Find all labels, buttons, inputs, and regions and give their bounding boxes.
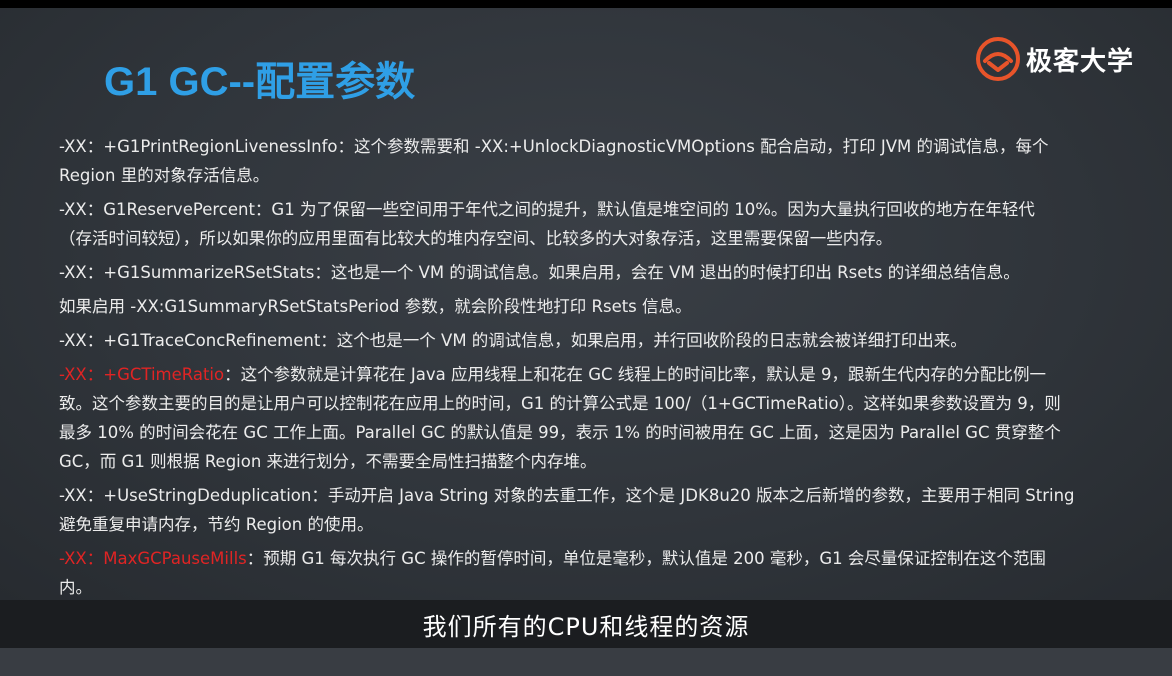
- param-g1-summarize-rset-stats: -XX：+G1SummarizeRSetStats：这也是一个 VM 的调试信息…: [59, 263, 1020, 282]
- brand-logo: 极客大学: [975, 37, 1134, 81]
- param-g1-reserve-percent: -XX：G1ReservePercent：G1 为了保留一些空间用于年代之间的提…: [59, 200, 1035, 248]
- video-subtitle: 我们所有的CPU和线程的资源: [422, 612, 750, 641]
- slide: 极客大学 G1 GC--配置参数 -XX：+G1PrintRegionLiven…: [0, 8, 1172, 600]
- highlighted-param-name: -XX：+GCTimeRatio: [59, 365, 225, 384]
- parameter-list: -XX：+G1PrintRegionLivenessInfo：这个参数需要和 -…: [59, 132, 1109, 607]
- param-g1-summary-rset-stats-period: 如果启用 -XX:G1SummaryRSetStatsPeriod 参数，就会阶…: [59, 297, 692, 316]
- top-black-bar: [0, 0, 1172, 8]
- param-g1-print-region-liveness-info: -XX：+G1PrintRegionLivenessInfo：这个参数需要和 -…: [59, 137, 1049, 185]
- param-gc-time-ratio: -XX：+GCTimeRatio：这个参数就是计算花在 Java 应用线程上和花…: [59, 365, 1061, 471]
- geekbang-logo-icon: [975, 37, 1020, 81]
- page-title: G1 GC--配置参数: [104, 60, 416, 104]
- param-g1-trace-conc-refinement: -XX：+G1TraceConcRefinement：这个也是一个 VM 的调试…: [59, 331, 967, 350]
- param-use-string-deduplication: -XX：+UseStringDeduplication：手动开启 Java St…: [59, 486, 1075, 534]
- bottom-band: [0, 648, 1172, 676]
- logo-text: 极客大学: [1025, 46, 1134, 77]
- param-max-gc-pause-mills: -XX：MaxGCPauseMills：预期 G1 每次执行 GC 操作的暂停时…: [59, 549, 1046, 597]
- subtitle-bar: 我们所有的CPU和线程的资源: [0, 600, 1172, 648]
- highlighted-param-name: -XX：MaxGCPauseMills: [59, 549, 247, 568]
